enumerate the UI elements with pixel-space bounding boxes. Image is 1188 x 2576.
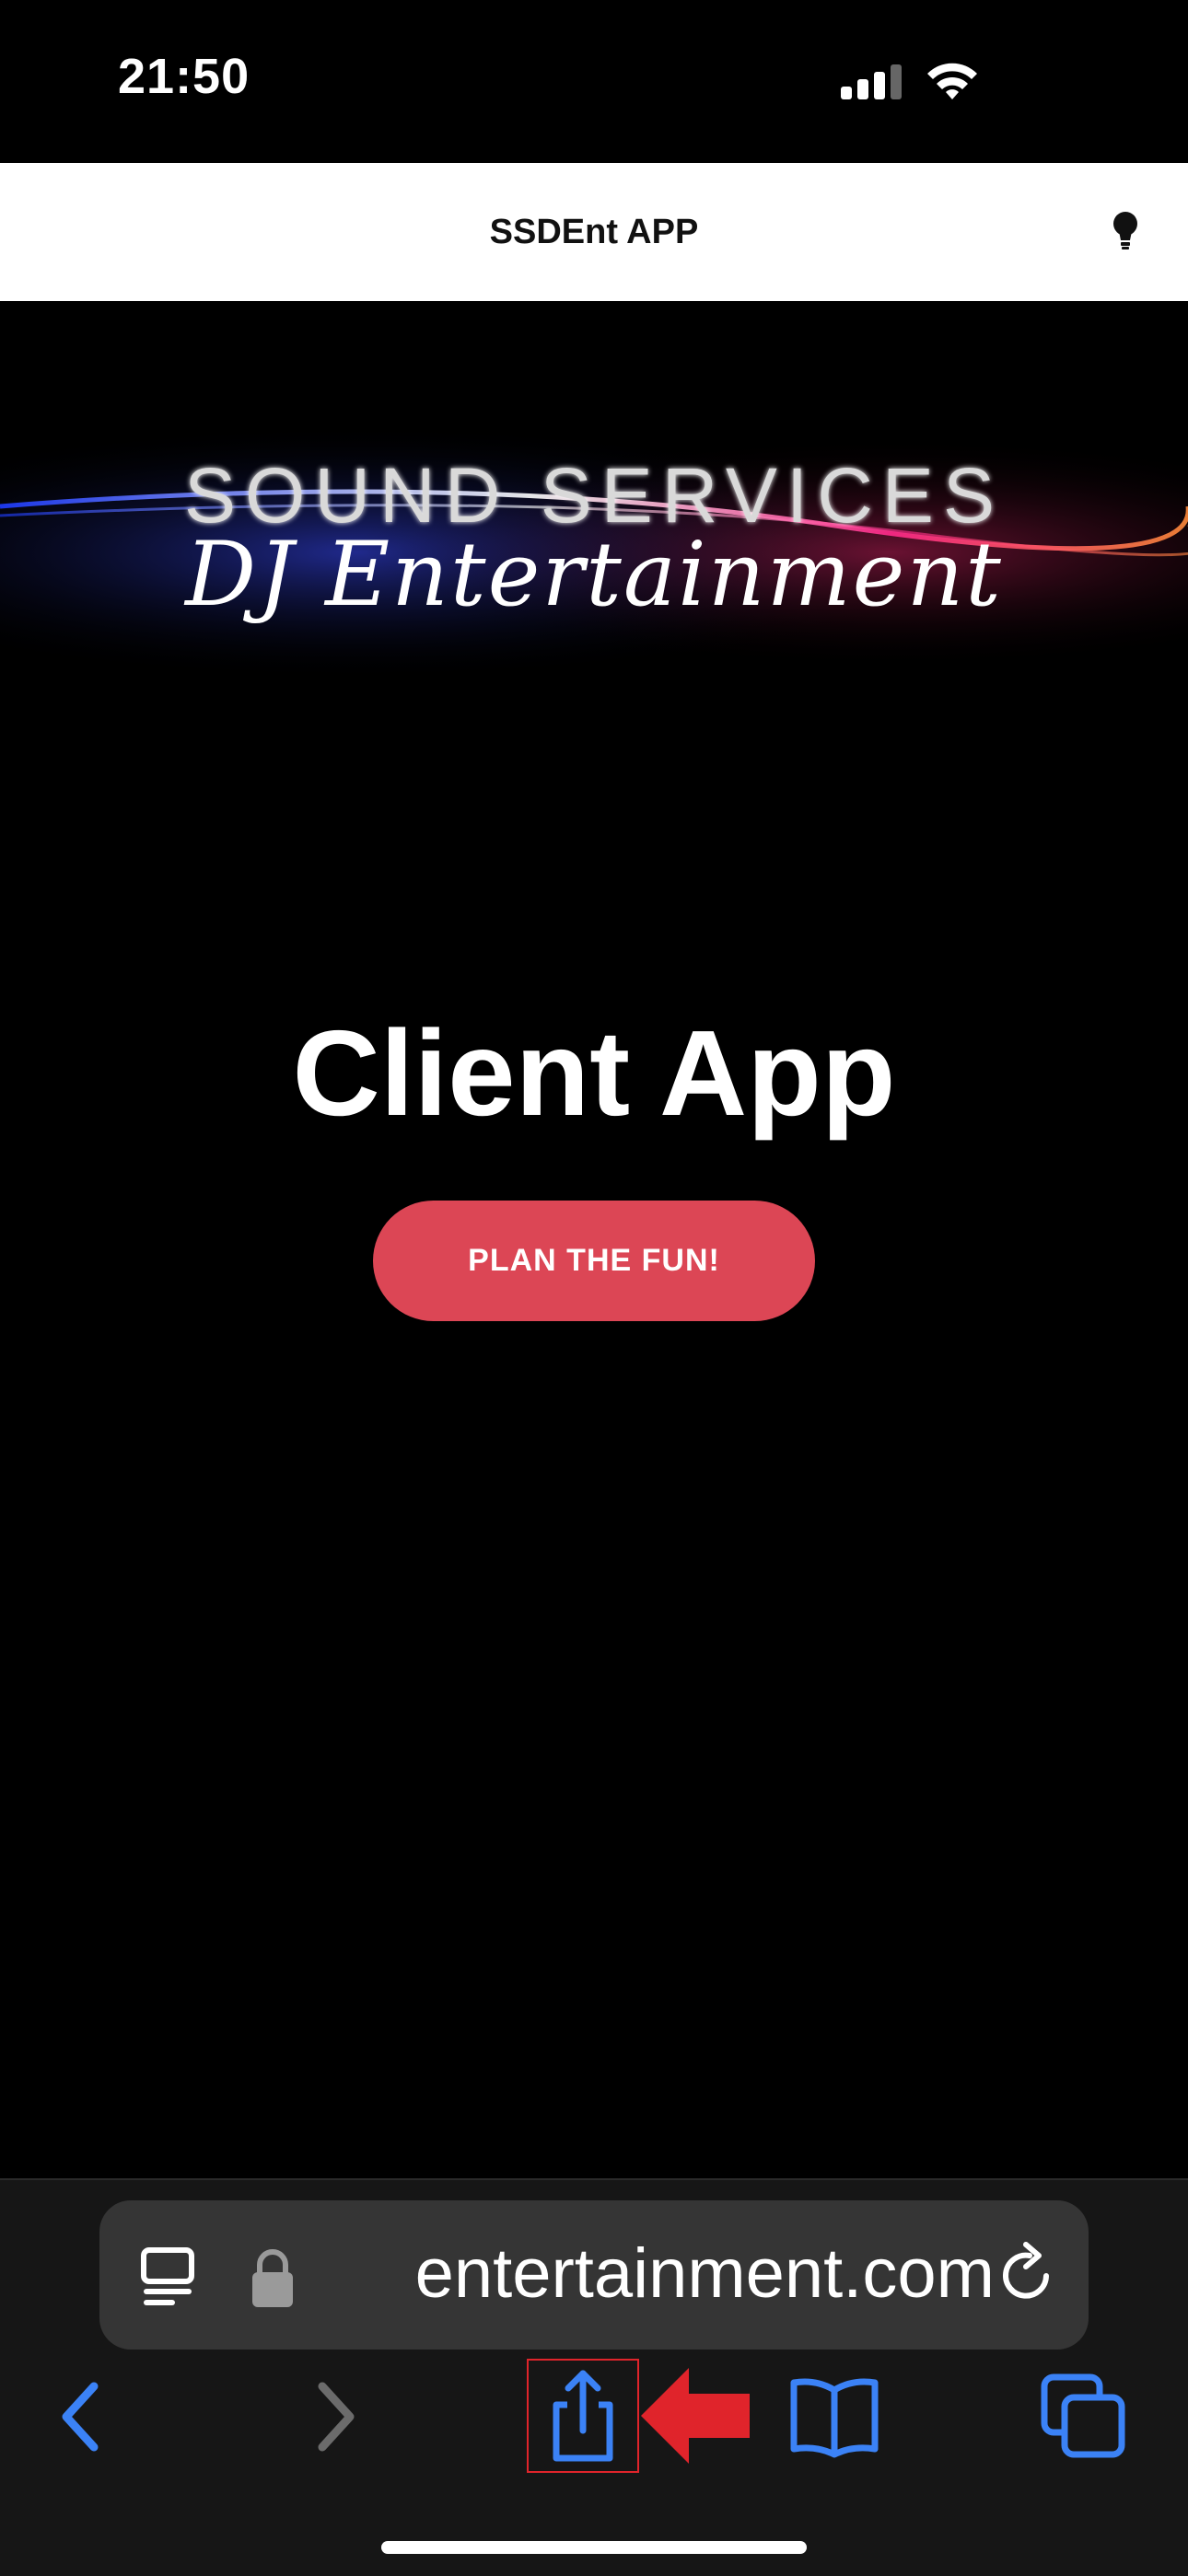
bookmarks-icon[interactable] <box>788 2375 880 2458</box>
back-chevron-icon[interactable] <box>53 2366 105 2467</box>
url-text[interactable]: entertainment.com <box>221 2234 995 2316</box>
reload-icon[interactable] <box>995 2239 1059 2309</box>
logo-line-2: DJ Entertainment <box>185 523 1003 626</box>
tabs-icon[interactable] <box>1041 2373 1127 2458</box>
reader-mode-icon[interactable] <box>140 2243 195 2307</box>
hero-title: Client App <box>292 1005 896 1141</box>
app-title: SSDEnt APP <box>489 213 699 251</box>
app-header: SSDEnt APP <box>0 163 1188 301</box>
lightbulb-icon[interactable] <box>1111 211 1140 251</box>
plan-the-fun-button[interactable]: PLAN THE FUN! <box>373 1201 815 1321</box>
home-indicator <box>381 2541 807 2554</box>
forward-chevron-icon[interactable] <box>311 2366 363 2467</box>
status-time: 21:50 <box>118 49 250 104</box>
cellular-signal-icon <box>841 64 903 99</box>
wifi-icon <box>927 63 977 99</box>
red-arrow-pointer-icon <box>641 2368 750 2464</box>
logo-banner: SOUND SERVICES DJ Entertainment <box>0 387 1188 718</box>
share-icon[interactable] <box>543 2364 623 2466</box>
